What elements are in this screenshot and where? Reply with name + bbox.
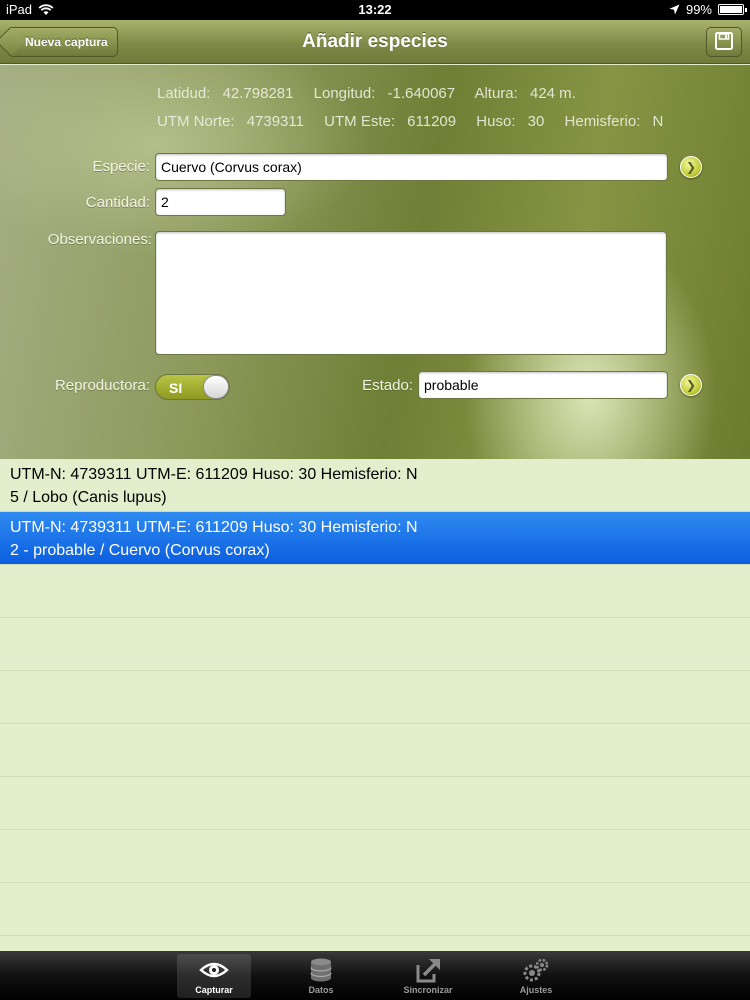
status-bar: iPad 13:22 99%: [0, 0, 750, 20]
gears-icon: [523, 958, 549, 982]
tab-label: Sincronizar: [403, 985, 453, 995]
cantidad-field[interactable]: 2: [155, 188, 286, 216]
floppy-disk-icon: [715, 32, 733, 50]
location-arrow-icon: [669, 4, 680, 15]
especie-picker-button[interactable]: ❯: [680, 156, 702, 178]
reproductora-label: Reproductora:: [54, 377, 150, 394]
tab-label: Ajustes: [519, 985, 553, 995]
battery-percent: 99%: [685, 2, 712, 17]
tab-label: Datos: [308, 985, 334, 995]
altitude-value: 424 m.: [529, 85, 576, 102]
estado-label: Estado:: [362, 377, 413, 394]
hemisferio-value: N: [652, 113, 664, 130]
utm-east-value: 611209: [407, 113, 457, 130]
save-button[interactable]: [706, 27, 742, 57]
toggle-knob[interactable]: [203, 375, 229, 399]
utm-north-value: 4739311: [246, 113, 304, 130]
database-icon: [310, 958, 332, 982]
page-title: Añadir especies: [302, 31, 448, 52]
battery-icon: [718, 4, 747, 15]
status-time: 13:22: [358, 2, 392, 17]
observaciones-label: Observaciones:: [47, 231, 152, 248]
navigation-bar: Nueva captura Añadir especies: [0, 20, 750, 64]
longitude-value: -1.640067: [387, 85, 456, 102]
tab-datos[interactable]: Datos: [284, 954, 358, 998]
reproductora-toggle[interactable]: SI: [155, 374, 230, 400]
tab-capturar[interactable]: Capturar: [177, 954, 251, 998]
latitude-value: 42.798281: [222, 85, 294, 102]
list-item-species: 5 / Lobo (Canis lupus): [10, 489, 167, 506]
sync-arrow-icon: [416, 959, 440, 983]
list-item-species: 2 - probable / Cuervo (Corvus corax): [10, 542, 270, 559]
especie-field[interactable]: Cuervo (Corvus corax): [155, 153, 668, 181]
toggle-on-label: SI: [169, 380, 183, 396]
observaciones-textarea[interactable]: [155, 231, 667, 355]
especie-label: Especie:: [92, 158, 150, 175]
tab-ajustes[interactable]: Ajustes: [499, 954, 573, 998]
tab-bar: Capturar Datos Sincronizar Ajustes: [0, 951, 750, 1000]
tab-sincronizar[interactable]: Sincronizar: [391, 954, 465, 998]
estado-picker-button[interactable]: ❯: [680, 374, 702, 396]
list-item[interactable]: UTM-N: 4739311 UTM-E: 611209 Huso: 30 He…: [0, 459, 750, 511]
list-item-coordinates: UTM-N: 4739311 UTM-E: 611209 Huso: 30 He…: [10, 466, 418, 483]
huso-value: 30: [527, 113, 545, 130]
estado-field[interactable]: probable: [418, 371, 668, 399]
tab-label: Capturar: [195, 985, 233, 995]
chevron-right-icon: ❯: [686, 160, 697, 174]
list-item-selected[interactable]: UTM-N: 4739311 UTM-E: 611209 Huso: 30 He…: [0, 512, 750, 564]
capture-form: Latidud: 42.798281 Longitud: -1.640067 A…: [0, 65, 750, 459]
cantidad-label: Cantidad:: [85, 194, 150, 211]
captures-list: UTM-N: 4739311 UTM-E: 611209 Huso: 30 He…: [0, 459, 750, 951]
eye-icon: [199, 962, 229, 978]
coordinates-utm: UTM Norte: 4739311 UTM Este: 611209 Huso…: [157, 113, 664, 130]
list-item-coordinates: UTM-N: 4739311 UTM-E: 611209 Huso: 30 He…: [10, 519, 418, 536]
coordinates-latlon: Latidud: 42.798281 Longitud: -1.640067 A…: [157, 85, 576, 102]
battery-fill: [720, 6, 742, 13]
chevron-right-icon: ❯: [686, 378, 697, 392]
